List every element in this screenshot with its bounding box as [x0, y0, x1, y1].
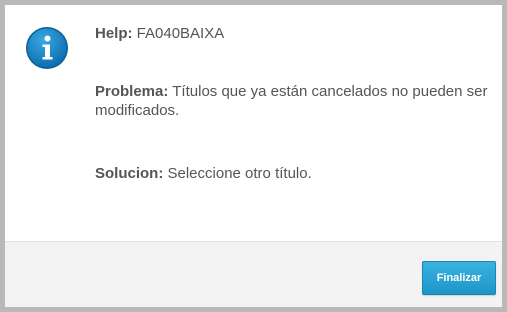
dialog-content: Help: FA040BAIXA Problema: Títulos que y… — [5, 5, 502, 241]
solution-label: Solucion: — [95, 165, 164, 182]
solution-line: Solucion: Seleccione otro título. — [95, 164, 312, 183]
problem-line: Problema: Títulos que ya están cancelado… — [95, 82, 490, 120]
dialog-footer: Finalizar — [5, 241, 502, 307]
info-icon — [26, 27, 68, 69]
problem-label: Problema: — [95, 83, 169, 100]
help-code: FA040BAIXA — [136, 25, 225, 42]
help-label: Help: — [95, 25, 133, 42]
help-dialog: Help: FA040BAIXA Problema: Títulos que y… — [0, 0, 507, 312]
solution-text: Seleccione otro título. — [167, 165, 312, 182]
help-line: Help: FA040BAIXA — [95, 24, 224, 43]
finish-button[interactable]: Finalizar — [422, 261, 496, 295]
